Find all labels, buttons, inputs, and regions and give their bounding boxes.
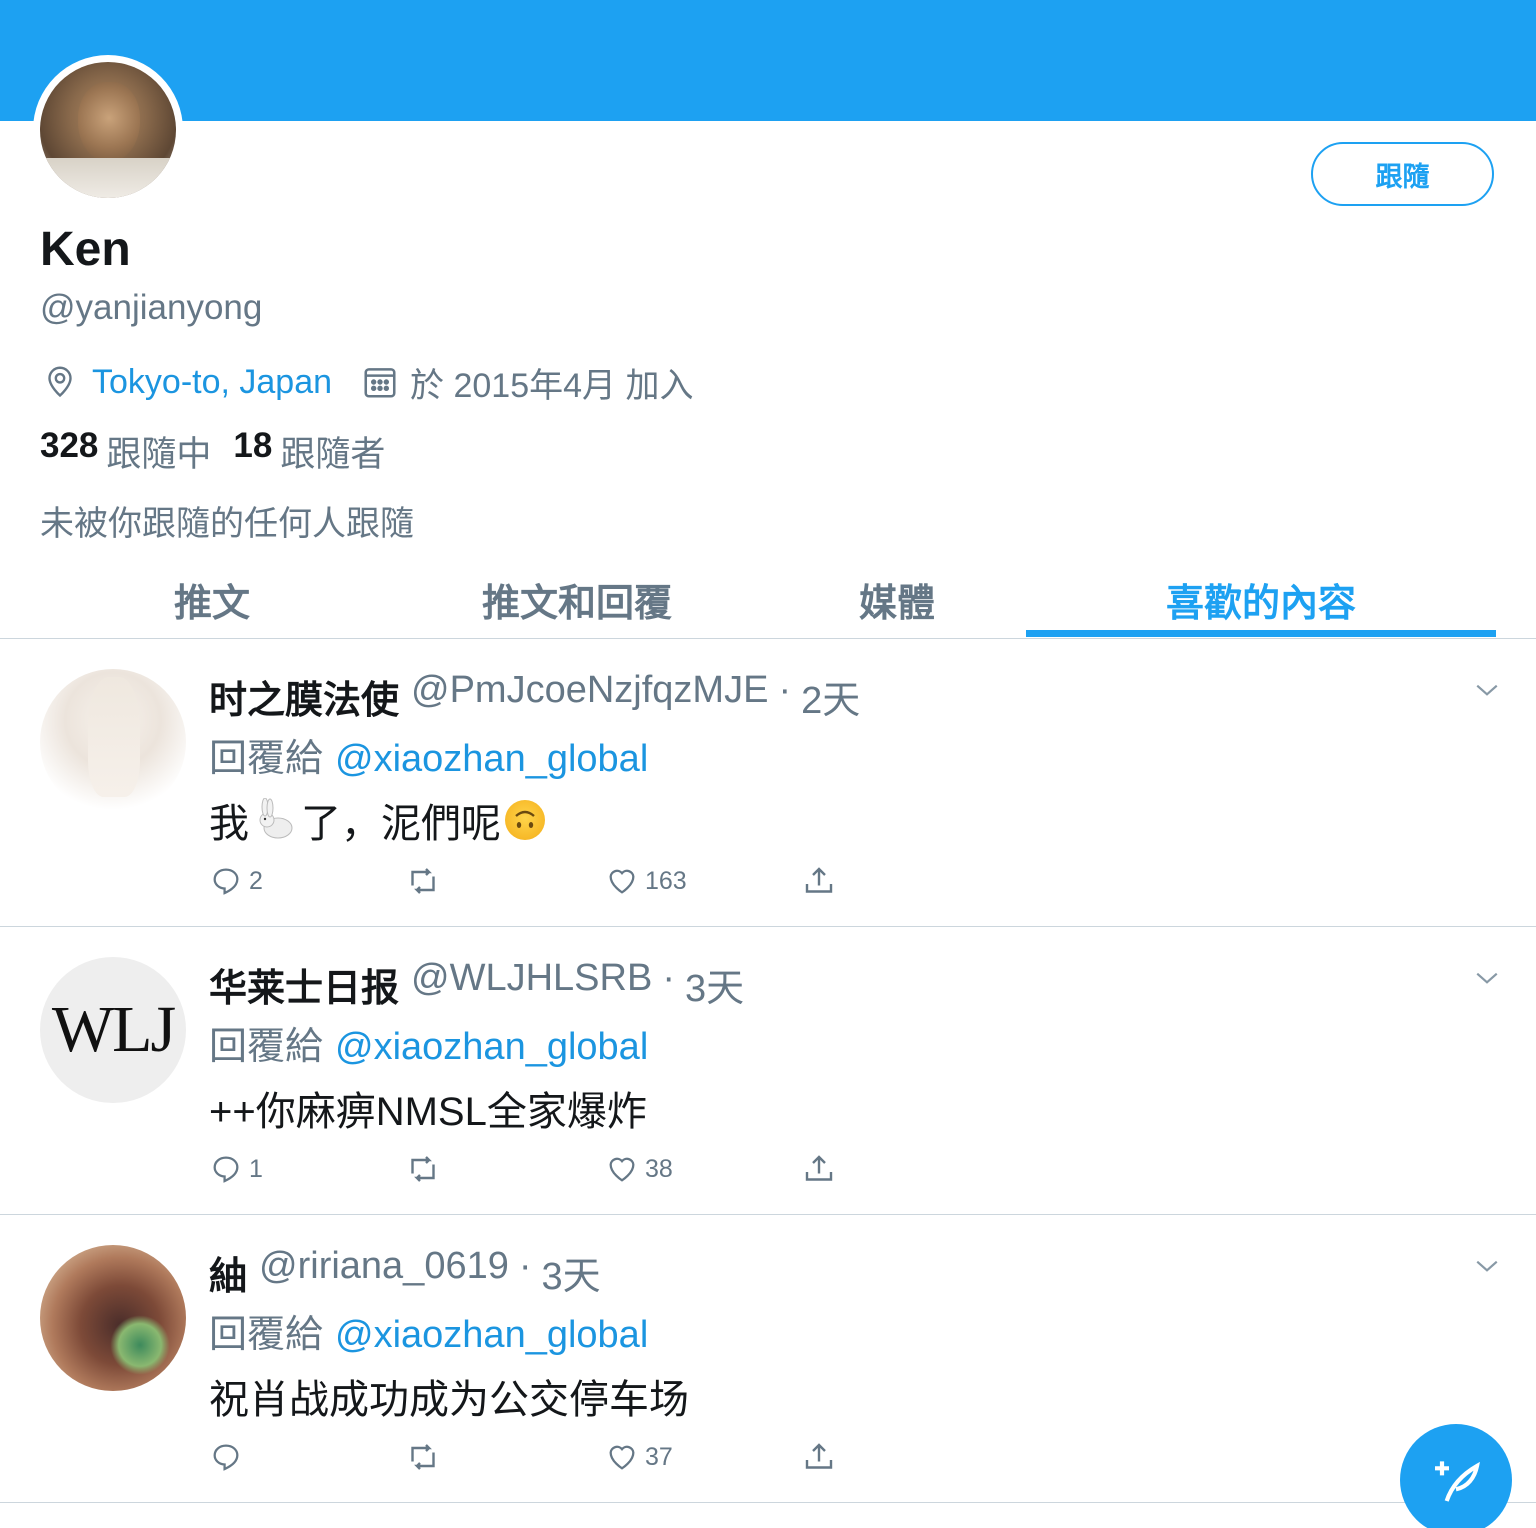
rabbit-emoji-icon bbox=[259, 798, 293, 839]
reply-prefix: 回覆給 bbox=[209, 1026, 324, 1068]
profile-avatar[interactable] bbox=[33, 55, 183, 205]
compose-tweet-icon bbox=[1435, 1461, 1480, 1502]
tweet-time[interactable]: 2天 bbox=[801, 669, 860, 724]
share-button[interactable] bbox=[801, 1437, 837, 1477]
separator-dot: · bbox=[662, 957, 675, 999]
reply-count: 1 bbox=[249, 1154, 263, 1183]
retweet-icon bbox=[411, 1444, 435, 1470]
tweet-text: 祝肖战成功成为公交停车场 bbox=[209, 1378, 689, 1422]
follow-counts: 328 跟隨中 18 跟隨者 bbox=[40, 426, 407, 477]
share-icon bbox=[805, 1443, 833, 1469]
reply-icon bbox=[213, 1156, 239, 1183]
like-icon bbox=[609, 869, 635, 894]
share-button[interactable] bbox=[801, 861, 837, 901]
like-button[interactable]: 163 bbox=[605, 861, 687, 901]
tweet-text: ++你麻痹NMSL全家爆炸 bbox=[209, 1090, 647, 1134]
share-icon bbox=[805, 867, 833, 893]
tweet-header: 华莱士日报 @WLJHLSRB · 3天 bbox=[209, 957, 744, 1012]
retweet-button[interactable] bbox=[405, 861, 447, 901]
profile-meta: Tokyo-to, Japan 於 2015年4月 加入 bbox=[40, 360, 694, 405]
tweet-header: 紬 @ririana_0619 · 3天 bbox=[209, 1245, 601, 1300]
tweet-actions: 2 163 bbox=[209, 861, 849, 901]
tab-media[interactable]: 媒體 bbox=[800, 560, 994, 638]
tweet-actions: 37 bbox=[209, 1437, 849, 1477]
tweet[interactable]: WLJ 华莱士日报 @WLJHLSRB · 3天 回覆給 @xiaozhan_gl… bbox=[0, 927, 1536, 1215]
tweet-text: 我 了，泥們呢 bbox=[209, 791, 545, 849]
separator-dot: · bbox=[778, 669, 792, 711]
active-tab-indicator bbox=[1026, 630, 1496, 637]
tab-tweets-replies[interactable]: 推文和回覆 bbox=[440, 560, 714, 638]
profile-handle: @yanjianyong bbox=[40, 288, 263, 327]
following-count: 328 bbox=[40, 426, 99, 465]
profile-tabs: 推文 推文和回覆 媒體 喜歡的內容 bbox=[0, 560, 1536, 639]
like-button[interactable]: 38 bbox=[605, 1149, 673, 1189]
following-label: 跟隨中 bbox=[106, 435, 212, 474]
tweet-text-part: 了，泥們呢 bbox=[301, 802, 501, 846]
like-count: 163 bbox=[645, 866, 687, 895]
tweet-actions: 1 38 bbox=[209, 1149, 849, 1189]
tweet[interactable]: 紬 @ririana_0619 · 3天 回覆給 @xiaozhan_global… bbox=[0, 1215, 1536, 1503]
chevron-down-icon[interactable] bbox=[1474, 677, 1500, 703]
reply-context: 回覆給 @xiaozhan_global bbox=[209, 1303, 648, 1358]
follow-button[interactable]: 跟隨 bbox=[1311, 142, 1494, 206]
following-count-link[interactable]: 328 跟隨中 bbox=[40, 426, 211, 477]
share-icon bbox=[805, 1155, 833, 1181]
calendar-icon bbox=[360, 362, 400, 402]
location-link[interactable]: Tokyo-to, Japan bbox=[92, 363, 332, 402]
location-pin-icon bbox=[40, 362, 80, 402]
reply-context: 回覆給 @xiaozhan_global bbox=[209, 1015, 648, 1070]
retweet-button[interactable] bbox=[405, 1437, 447, 1477]
like-icon bbox=[609, 1445, 635, 1470]
share-button[interactable] bbox=[801, 1149, 837, 1189]
tweet-time[interactable]: 3天 bbox=[542, 1245, 601, 1300]
separator-dot: · bbox=[518, 1245, 532, 1287]
reply-button[interactable]: 2 bbox=[209, 861, 263, 901]
like-count: 38 bbox=[645, 1154, 673, 1183]
reply-mention[interactable]: @xiaozhan_global bbox=[335, 1026, 648, 1068]
followers-label: 跟隨者 bbox=[280, 435, 386, 474]
retweet-button[interactable] bbox=[405, 1149, 447, 1189]
reply-icon bbox=[213, 868, 239, 895]
chevron-down-icon[interactable] bbox=[1474, 965, 1500, 991]
reply-icon bbox=[213, 1444, 239, 1471]
tweet-author-handle[interactable]: @PmJcoeNzjfqzMJE bbox=[411, 669, 768, 724]
reply-button[interactable] bbox=[209, 1437, 249, 1477]
followers-count-link[interactable]: 18 跟隨者 bbox=[233, 426, 385, 477]
tweet-author-handle[interactable]: @WLJHLSRB bbox=[411, 957, 652, 1012]
tweet-author-avatar[interactable]: WLJ bbox=[40, 957, 186, 1103]
chevron-down-icon[interactable] bbox=[1474, 1253, 1500, 1279]
reply-button[interactable]: 1 bbox=[209, 1149, 263, 1189]
reply-context: 回覆給 @xiaozhan_global bbox=[209, 727, 648, 782]
reply-count: 2 bbox=[249, 866, 263, 895]
tweet-author-name[interactable]: 时之膜法使 bbox=[209, 669, 399, 724]
tweet-author-name[interactable]: 华莱士日报 bbox=[209, 957, 399, 1012]
compose-tweet-button[interactable] bbox=[1400, 1424, 1512, 1528]
retweet-icon bbox=[411, 1156, 435, 1182]
reply-mention[interactable]: @xiaozhan_global bbox=[335, 1314, 648, 1356]
tweet-header: 时之膜法使 @PmJcoeNzjfqzMJE · 2天 bbox=[209, 669, 860, 724]
tweet-author-name[interactable]: 紬 bbox=[209, 1245, 247, 1300]
display-name: Ken bbox=[40, 223, 131, 276]
profile-avatar-image bbox=[40, 62, 176, 198]
followed-by-text: 未被你跟隨的任何人跟隨 bbox=[40, 505, 414, 543]
like-button[interactable]: 37 bbox=[605, 1437, 673, 1477]
tab-tweets[interactable]: 推文 bbox=[112, 560, 312, 638]
reply-prefix: 回覆給 bbox=[209, 738, 324, 780]
reply-mention[interactable]: @xiaozhan_global bbox=[335, 738, 648, 780]
profile-banner bbox=[0, 0, 1536, 121]
followers-count: 18 bbox=[233, 426, 273, 465]
tweet-author-handle[interactable]: @ririana_0619 bbox=[259, 1245, 509, 1300]
like-icon bbox=[609, 1157, 635, 1182]
like-count: 37 bbox=[645, 1442, 673, 1471]
retweet-icon bbox=[411, 868, 435, 894]
reply-prefix: 回覆給 bbox=[209, 1314, 324, 1356]
joined-date: 於 2015年4月 加入 bbox=[410, 366, 694, 405]
tweet-text-part: 我 bbox=[209, 802, 249, 846]
tweet-author-avatar[interactable] bbox=[40, 1245, 186, 1391]
tweet[interactable]: 时之膜法使 @PmJcoeNzjfqzMJE · 2天 回覆給 @xiaozhan… bbox=[0, 639, 1536, 927]
tab-likes[interactable]: 喜歡的內容 bbox=[1026, 560, 1496, 638]
upside-down-face-emoji-icon bbox=[505, 800, 545, 840]
tweet-time[interactable]: 3天 bbox=[685, 957, 744, 1012]
tweet-author-avatar[interactable] bbox=[40, 669, 186, 815]
